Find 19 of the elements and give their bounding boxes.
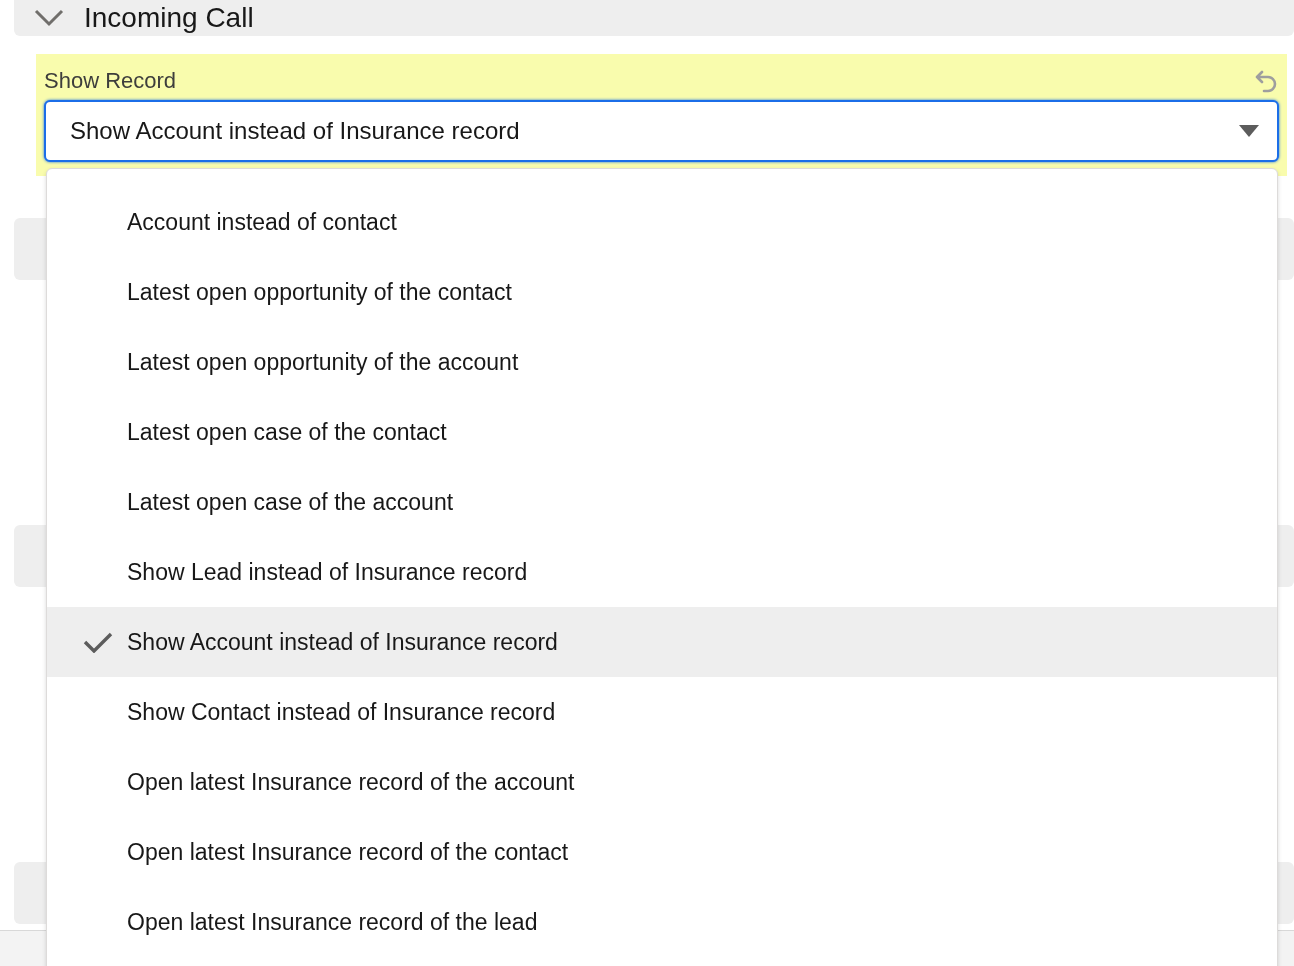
dropdown-option[interactable]: Open latest Insurance record of the account [47, 747, 1277, 817]
picklist-field[interactable]: Show Account instead of Insurance record [44, 100, 1279, 162]
dropdown-option[interactable]: Account instead of contact [47, 187, 1277, 257]
dropdown-option[interactable]: Latest open opportunity of the account [47, 327, 1277, 397]
section-title: Incoming Call [84, 2, 254, 34]
undo-icon[interactable] [1253, 68, 1279, 94]
dropdown-option[interactable]: Show Account instead of Insurance record [47, 607, 1277, 677]
dropdown-option[interactable]: Show Lead instead of Insurance record [47, 537, 1277, 607]
dropdown-option[interactable]: Latest open case of the contact [47, 397, 1277, 467]
dropdown-option[interactable]: Latest open opportunity of the contact [47, 257, 1277, 327]
section-header[interactable]: Incoming Call [14, 0, 1294, 36]
dropdown-option[interactable]: Open latest Insurance record of the lead [47, 887, 1277, 957]
dropdown-option[interactable]: Show Contact instead of Insurance record [47, 677, 1277, 747]
caret-icon [1239, 125, 1259, 137]
checkmark-icon [83, 631, 113, 653]
field-label: Show Record [44, 68, 177, 94]
chevron-icon [34, 9, 64, 27]
dropdown-option[interactable]: Open latest Insurance record of the contact [47, 817, 1277, 887]
dropdown-option[interactable]: Latest open case of the account [47, 467, 1277, 537]
